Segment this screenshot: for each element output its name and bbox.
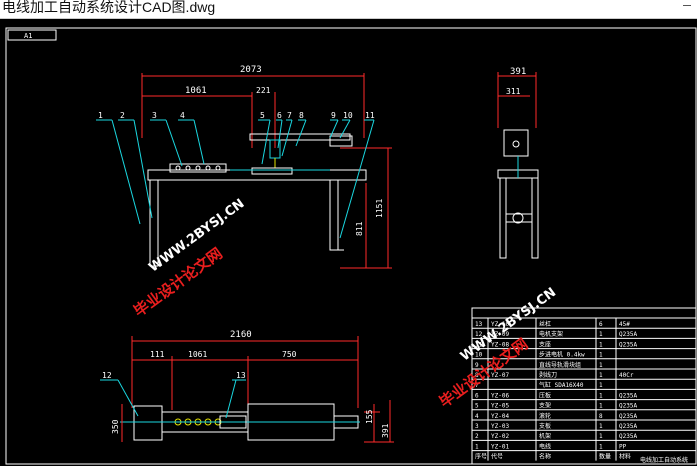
bom-name: 支架: [539, 402, 551, 410]
bom-no: 5: [475, 403, 479, 410]
top-dim-total: 2160: [230, 330, 252, 340]
bom-name: 丝杠: [539, 320, 551, 328]
bom-qty: 1: [599, 382, 603, 389]
balloon-6: 6: [277, 111, 282, 120]
title-block-text: 电线加工自动系统: [640, 456, 688, 464]
top-dim-c: 750: [282, 350, 297, 359]
balloon-10: 10: [343, 111, 353, 120]
dim-height: 1151: [375, 199, 384, 218]
minimize-icon[interactable]: [683, 5, 691, 6]
bom-no: 2: [475, 433, 479, 440]
bom-mat: PP: [619, 443, 627, 450]
bom-qty: 1: [599, 372, 603, 379]
top-dim-right-a: 155: [365, 409, 374, 424]
bom-no: 3: [475, 423, 479, 430]
top-dim-a: 111: [150, 350, 165, 359]
bom-name: 气缸 SDA16X40: [539, 381, 584, 389]
bom-qty: 1: [599, 331, 603, 338]
dim-mid: 221: [256, 86, 271, 95]
bom-qty: 6: [599, 321, 603, 328]
bom-header-cell: 代号: [491, 453, 503, 461]
bom-header-cell: 名称: [539, 453, 551, 461]
balloon-11: 11: [365, 111, 375, 120]
bom-mat: Q235A: [619, 341, 637, 348]
bom-mat: Q235A: [619, 403, 637, 410]
side-dim-outer: 391: [510, 67, 526, 77]
bom-no: 13: [475, 321, 483, 328]
balloon-4: 4: [180, 111, 185, 120]
bom-qty: 1: [599, 423, 603, 430]
balloon-2: 2: [120, 111, 125, 120]
bom-name: 步进电机 0.4kw: [539, 351, 585, 359]
sheet-label: A1: [24, 32, 32, 40]
top-dim-left-h: 350: [111, 419, 120, 434]
window-titlebar: 电线加工自动系统设计CAD图.dwg: [0, 0, 697, 19]
bom-qty: 1: [599, 392, 603, 399]
bom-qty: 1: [599, 433, 603, 440]
bom-name: 剥线刀: [539, 371, 557, 379]
balloon-13: 13: [236, 371, 246, 380]
bom-qty: 1: [599, 403, 603, 410]
balloon-5: 5: [260, 111, 265, 120]
bom-qty: 1: [599, 352, 603, 359]
dim-left: 1061: [185, 86, 207, 96]
balloon-3: 3: [152, 111, 157, 120]
top-view: 2160 111 1061 750 350 155 391 12 13: [100, 330, 394, 443]
bom-name: 直线导轨滑块组: [539, 361, 581, 369]
cad-drawing-canvas[interactable]: A1 2073 1061 221 1151 811 1 2 3 4 5 6 7 …: [0, 18, 697, 466]
bom-qty: 1: [599, 362, 603, 369]
side-view: 391 311: [497, 67, 539, 259]
top-dim-b: 1061: [188, 350, 207, 359]
bom-header-cell: 数量: [599, 453, 611, 461]
bom-name: 压板: [539, 391, 551, 399]
side-dim-inner: 311: [506, 87, 521, 96]
bom-no: 6: [475, 392, 479, 399]
dim-total: 2073: [240, 65, 262, 75]
bom-name: 电机支架: [539, 330, 563, 338]
balloon-9: 9: [331, 111, 336, 120]
bom-mat: Q235A: [619, 331, 637, 338]
bom-code: YZ-04: [491, 413, 509, 420]
bom-code: YZ-01: [491, 443, 509, 450]
bom-header-cell: 材料: [619, 453, 631, 461]
balloon-12: 12: [102, 371, 112, 380]
bom-mat: 45#: [619, 321, 630, 328]
top-dim-right-b: 391: [381, 423, 390, 438]
balloon-8: 8: [299, 111, 304, 120]
bom-qty: 1: [599, 443, 603, 450]
bom-qty: 8: [599, 413, 603, 420]
bom-name: 机架: [539, 432, 551, 440]
dim-inner-height: 811: [355, 221, 364, 236]
bom-mat: 40Cr: [619, 372, 634, 379]
bom-name: 电线: [539, 442, 551, 450]
bom-code: YZ-05: [491, 403, 509, 410]
window-title: 电线加工自动系统设计CAD图.dwg: [2, 0, 216, 15]
bom-mat: Q235A: [619, 423, 637, 430]
bom-no: 1: [475, 443, 479, 450]
bom-name: 滚轮: [539, 412, 551, 420]
bom-code: YZ-02: [491, 433, 509, 440]
balloon-1: 1: [98, 111, 103, 120]
bom-header-cell: 序号: [475, 453, 487, 461]
bom-code: YZ-03: [491, 423, 509, 430]
bom-code: YZ-06: [491, 392, 509, 399]
bom-name: 支板: [539, 422, 551, 430]
bom-name: 支座: [539, 340, 551, 348]
bom-mat: Q235A: [619, 392, 637, 399]
bom-no: 4: [475, 413, 479, 420]
bom-qty: 1: [599, 341, 603, 348]
bom-mat: Q235A: [619, 433, 637, 440]
balloon-7: 7: [287, 111, 292, 120]
bom-mat: Q235A: [619, 413, 637, 420]
front-view: 2073 1061 221 1151 811 1 2 3 4 5 6 7 8 9…: [96, 65, 392, 269]
sheet-border: [5, 27, 697, 465]
